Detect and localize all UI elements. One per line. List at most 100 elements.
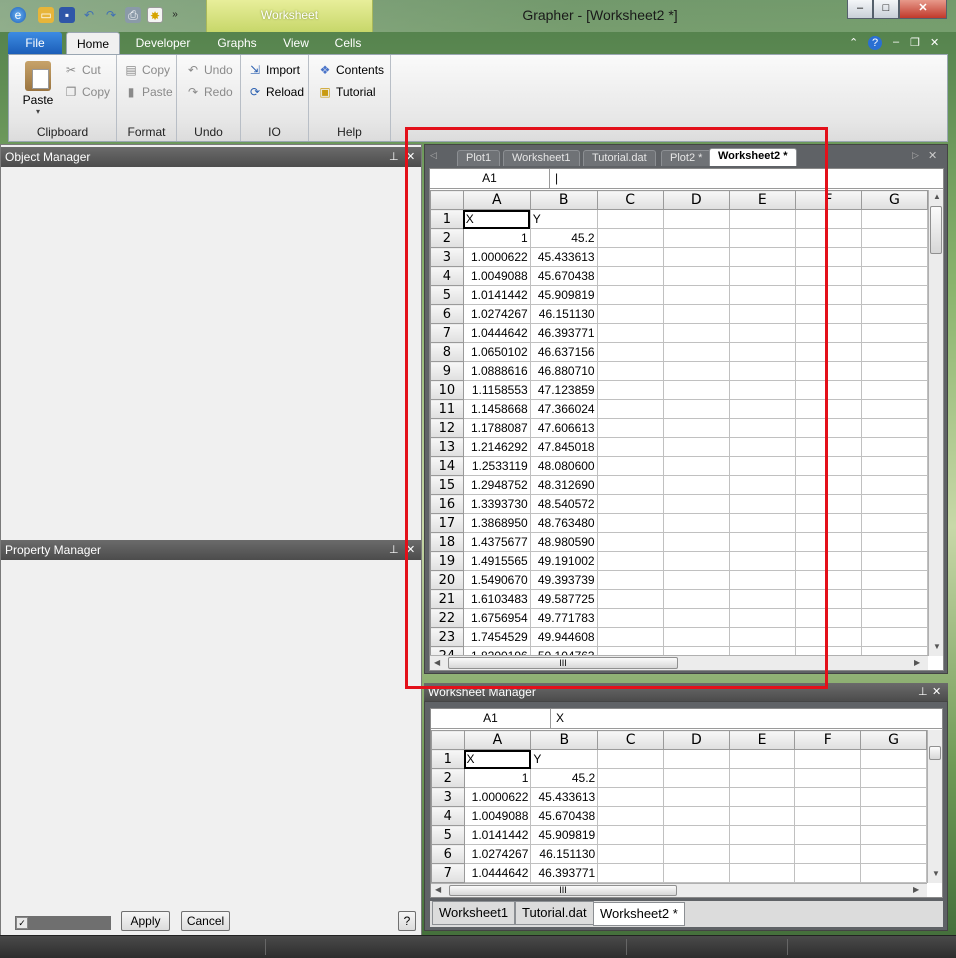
cell-a[interactable]: 1.0444642	[462, 323, 531, 343]
empty-cell[interactable]	[860, 532, 928, 552]
row-header[interactable]: 19	[430, 551, 464, 571]
cell-a[interactable]: 1.5490670	[462, 570, 531, 590]
empty-cell[interactable]	[596, 589, 664, 609]
empty-cell[interactable]	[662, 437, 730, 457]
empty-cell[interactable]	[662, 228, 730, 248]
empty-cell[interactable]	[728, 266, 796, 286]
pin-icon[interactable]: ⊥	[389, 540, 399, 560]
wm-row-header[interactable]: 4	[431, 806, 465, 826]
cut-button[interactable]: ✂ Cut	[63, 63, 101, 77]
empty-cell[interactable]	[860, 304, 928, 324]
row-header[interactable]: 23	[430, 627, 464, 647]
wm-empty-cell[interactable]	[728, 749, 796, 769]
row-header[interactable]: 10	[430, 380, 464, 400]
cell-a[interactable]: X	[462, 209, 531, 229]
empty-cell[interactable]	[860, 627, 928, 647]
wm-row-header[interactable]: 7	[431, 863, 465, 883]
empty-cell[interactable]	[860, 342, 928, 362]
empty-cell[interactable]	[794, 266, 862, 286]
wm-scroll-down-icon[interactable]: ▼	[932, 869, 940, 878]
empty-cell[interactable]	[596, 342, 664, 362]
empty-cell[interactable]	[728, 304, 796, 324]
wm-worksheet-grid[interactable]: ABCDEFG 1 X Y 2 1 45.2 3 1.0000622 45.433613 4 1.0…	[431, 730, 927, 883]
tab-developer[interactable]: Developer	[128, 32, 198, 54]
row-header[interactable]: 6	[430, 304, 464, 324]
collapse-ribbon-icon[interactable]: ⌃	[849, 36, 858, 49]
wm-horizontal-scroll-thumb[interactable]: III	[449, 885, 677, 896]
wm-empty-cell[interactable]	[728, 768, 796, 788]
wm-empty-cell[interactable]	[662, 787, 730, 807]
wm-column-header[interactable]: C	[597, 730, 664, 750]
row-header[interactable]: 13	[430, 437, 464, 457]
cell-b[interactable]: 48.763480	[529, 513, 598, 533]
empty-cell[interactable]	[662, 304, 730, 324]
empty-cell[interactable]	[728, 418, 796, 438]
row-header[interactable]: 9	[430, 361, 464, 381]
empty-cell[interactable]	[794, 475, 862, 495]
cell-b[interactable]: 45.433613	[529, 247, 598, 267]
wm-empty-cell[interactable]	[728, 806, 796, 826]
empty-cell[interactable]	[860, 570, 928, 590]
property-help-button[interactable]: ?	[398, 911, 416, 931]
wm-empty-cell[interactable]	[860, 863, 927, 883]
empty-cell[interactable]	[596, 209, 664, 229]
wm-empty-cell[interactable]	[860, 768, 927, 788]
empty-cell[interactable]	[860, 646, 928, 655]
cell-a[interactable]: 1.0049088	[462, 266, 531, 286]
scroll-down-icon[interactable]: ▼	[933, 642, 941, 651]
empty-cell[interactable]	[728, 456, 796, 476]
wm-empty-cell[interactable]	[662, 844, 730, 864]
row-header[interactable]: 7	[430, 323, 464, 343]
worksheet-grid[interactable]: ABCDEFG 1 X Y 2 1 45.2 3 1.0000622 45.433613 4 1.0…	[430, 190, 928, 655]
empty-cell[interactable]	[860, 361, 928, 381]
empty-cell[interactable]	[596, 532, 664, 552]
empty-cell[interactable]	[860, 380, 928, 400]
format-copy-button[interactable]: ▤ Copy	[123, 63, 170, 77]
empty-cell[interactable]	[728, 608, 796, 628]
empty-cell[interactable]	[794, 646, 862, 655]
wm-empty-cell[interactable]	[794, 787, 862, 807]
empty-cell[interactable]	[728, 361, 796, 381]
empty-cell[interactable]	[860, 437, 928, 457]
empty-cell[interactable]	[860, 551, 928, 571]
scroll-left-icon[interactable]: ◀	[434, 658, 440, 667]
empty-cell[interactable]	[860, 589, 928, 609]
empty-cell[interactable]	[794, 361, 862, 381]
cell-b[interactable]: 46.151130	[529, 304, 598, 324]
empty-cell[interactable]	[794, 247, 862, 267]
wm-empty-cell[interactable]	[860, 806, 927, 826]
empty-cell[interactable]	[662, 418, 730, 438]
cell-b[interactable]: 47.123859	[529, 380, 598, 400]
cell-a[interactable]: 1.8200196	[462, 646, 531, 655]
empty-cell[interactable]	[662, 570, 730, 590]
empty-cell[interactable]	[662, 456, 730, 476]
wm-empty-cell[interactable]	[860, 787, 927, 807]
empty-cell[interactable]	[728, 513, 796, 533]
wm-column-header[interactable]: F	[794, 730, 862, 750]
wm-cell-b[interactable]: 45.2	[530, 768, 599, 788]
paste-button[interactable]: Paste ▾	[17, 61, 59, 116]
close-document-icon[interactable]: ✕	[928, 149, 937, 162]
tab-scroll-left-icon[interactable]: ◁	[430, 150, 437, 161]
close-pane-icon[interactable]: ✕	[932, 683, 941, 701]
scroll-right-icon[interactable]: ▶	[914, 658, 920, 667]
wm-empty-cell[interactable]	[662, 768, 730, 788]
empty-cell[interactable]	[728, 437, 796, 457]
wm-empty-cell[interactable]	[662, 806, 730, 826]
tab-cells[interactable]: Cells	[328, 32, 368, 54]
empty-cell[interactable]	[596, 399, 664, 419]
wm-vertical-scroll-thumb[interactable]	[929, 746, 941, 760]
cell-b[interactable]: 48.540572	[529, 494, 598, 514]
empty-cell[interactable]	[596, 361, 664, 381]
empty-cell[interactable]	[794, 570, 862, 590]
cell-a[interactable]: 1.3393730	[462, 494, 531, 514]
empty-cell[interactable]	[596, 551, 664, 571]
qat-more-icon[interactable]: »	[167, 7, 183, 23]
wm-empty-cell[interactable]	[728, 787, 796, 807]
wm-empty-cell[interactable]	[728, 844, 796, 864]
cell-a[interactable]: 1.0274267	[462, 304, 531, 324]
row-header[interactable]: 8	[430, 342, 464, 362]
empty-cell[interactable]	[662, 342, 730, 362]
cell-a[interactable]: 1.1458668	[462, 399, 531, 419]
wm-empty-cell[interactable]	[860, 749, 927, 769]
